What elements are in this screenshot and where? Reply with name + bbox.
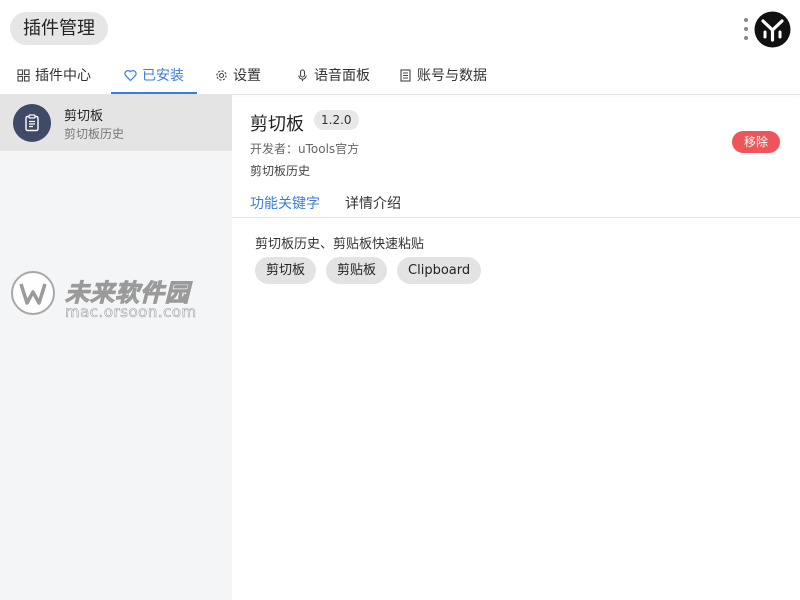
subtab-details[interactable]: 详情介绍 bbox=[345, 193, 401, 213]
tab-voice-panel[interactable]: 语音面板 bbox=[296, 56, 370, 94]
keyword-chip[interactable]: Clipboard bbox=[397, 257, 482, 284]
subtabs-divider bbox=[232, 217, 800, 218]
keyword-chip[interactable]: 剪切板 bbox=[255, 257, 317, 284]
developer-info: 开发者：uTools官方 bbox=[250, 142, 360, 156]
remove-button[interactable]: 移除 bbox=[732, 131, 780, 153]
plugin-name: 剪切板 bbox=[64, 109, 104, 124]
document-icon bbox=[400, 68, 411, 82]
watermark-subtitle: mac.orsoon.com bbox=[65, 303, 197, 322]
keywords-description: 剪切板历史、剪贴板快速粘贴 bbox=[255, 237, 425, 252]
tab-label: 设置 bbox=[233, 68, 261, 84]
main-tabs: 插件中心 已安装 设置 语音面板 账号与数据 bbox=[0, 56, 800, 94]
tab-label: 语音面板 bbox=[314, 68, 370, 84]
installed-plugin-list: 剪切板 剪切板历史 未来软件园 mac.orsoon.com bbox=[0, 95, 232, 600]
keyword-chip[interactable]: 剪贴板 bbox=[326, 257, 388, 284]
plugin-manager-window: 插件管理 插件中心 已安装 设置 语音面板 账号与数据 剪切板 剪切板历史 未来… bbox=[0, 0, 800, 600]
plugin-description: 剪切板历史 bbox=[64, 127, 125, 141]
list-item-clipboard[interactable]: 剪切板 剪切板历史 bbox=[0, 95, 232, 151]
tab-label: 账号与数据 bbox=[417, 68, 487, 84]
version-badge: 1.2.0 bbox=[314, 110, 359, 130]
subtab-keywords[interactable]: 功能关键字 bbox=[250, 193, 320, 213]
tab-account-data[interactable]: 账号与数据 bbox=[399, 56, 487, 94]
grid-icon bbox=[17, 68, 30, 82]
tab-label: 插件中心 bbox=[35, 68, 91, 84]
plugin-title: 剪切板 bbox=[250, 114, 304, 135]
gear-icon bbox=[216, 69, 227, 81]
tab-settings[interactable]: 设置 bbox=[215, 56, 261, 94]
microphone-icon bbox=[298, 68, 307, 81]
utools-logo-icon[interactable] bbox=[754, 11, 791, 48]
watermark-logo-icon bbox=[11, 271, 55, 315]
tab-installed[interactable]: 已安装 bbox=[111, 56, 197, 94]
keyword-chips: 剪切板 剪贴板 Clipboard bbox=[255, 257, 482, 284]
page-title: 插件管理 bbox=[10, 12, 108, 45]
more-options-icon[interactable] bbox=[741, 17, 751, 41]
tab-label: 已安装 bbox=[142, 68, 184, 84]
clipboard-icon bbox=[13, 104, 51, 142]
heart-icon bbox=[124, 69, 137, 81]
tab-plugin-center[interactable]: 插件中心 bbox=[17, 56, 91, 94]
plugin-detail-description: 剪切板历史 bbox=[250, 164, 311, 178]
